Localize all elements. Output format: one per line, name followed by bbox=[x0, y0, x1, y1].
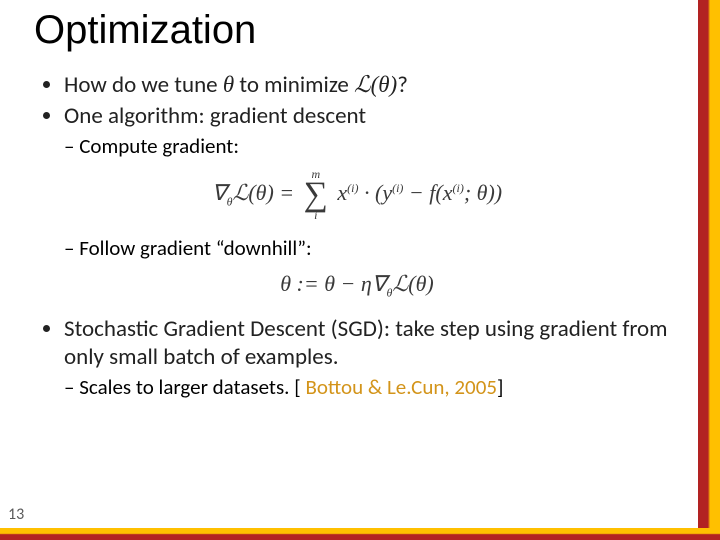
sub-list-scale: Scales to larger datasets. [ Bottou & Le… bbox=[34, 374, 680, 400]
accent-vertical-bar bbox=[698, 0, 720, 540]
sub-scales: Scales to larger datasets. [ Bottou & Le… bbox=[64, 374, 680, 400]
bullet-algo: One algorithm: gradient descent bbox=[64, 102, 680, 131]
sub-follow-grad: Follow gradient “downhill”: bbox=[64, 235, 680, 261]
sub-list-gd: Compute gradient: bbox=[34, 133, 680, 159]
equation-update: θ := θ − η∇θℒ(θ) bbox=[34, 271, 680, 300]
slide-title: Optimization bbox=[34, 8, 680, 53]
sub-list-follow: Follow gradient “downhill”: bbox=[34, 235, 680, 261]
bullet-list: How do we tune θ to minimize ℒ(θ)? One a… bbox=[34, 71, 680, 131]
sub-compute-grad: Compute gradient: bbox=[64, 133, 680, 159]
citation: Bottou & Le.Cun, 2005 bbox=[305, 374, 497, 400]
bullet-sgd: Stochastic Gradient Descent (SGD): take … bbox=[64, 315, 680, 373]
accent-horizontal-bar bbox=[0, 528, 720, 540]
bullet-list-2: Stochastic Gradient Descent (SGD): take … bbox=[34, 315, 680, 373]
slide: Optimization How do we tune θ to minimiz… bbox=[0, 0, 720, 540]
equation-gradient: ∇θℒ(θ) = m∑i x(i) · (y(i) − f(x(i); θ)) bbox=[34, 169, 680, 221]
content-area: Optimization How do we tune θ to minimiz… bbox=[34, 8, 680, 522]
bullet-tune: How do we tune θ to minimize ℒ(θ)? bbox=[64, 71, 680, 100]
page-number: 13 bbox=[8, 505, 24, 524]
